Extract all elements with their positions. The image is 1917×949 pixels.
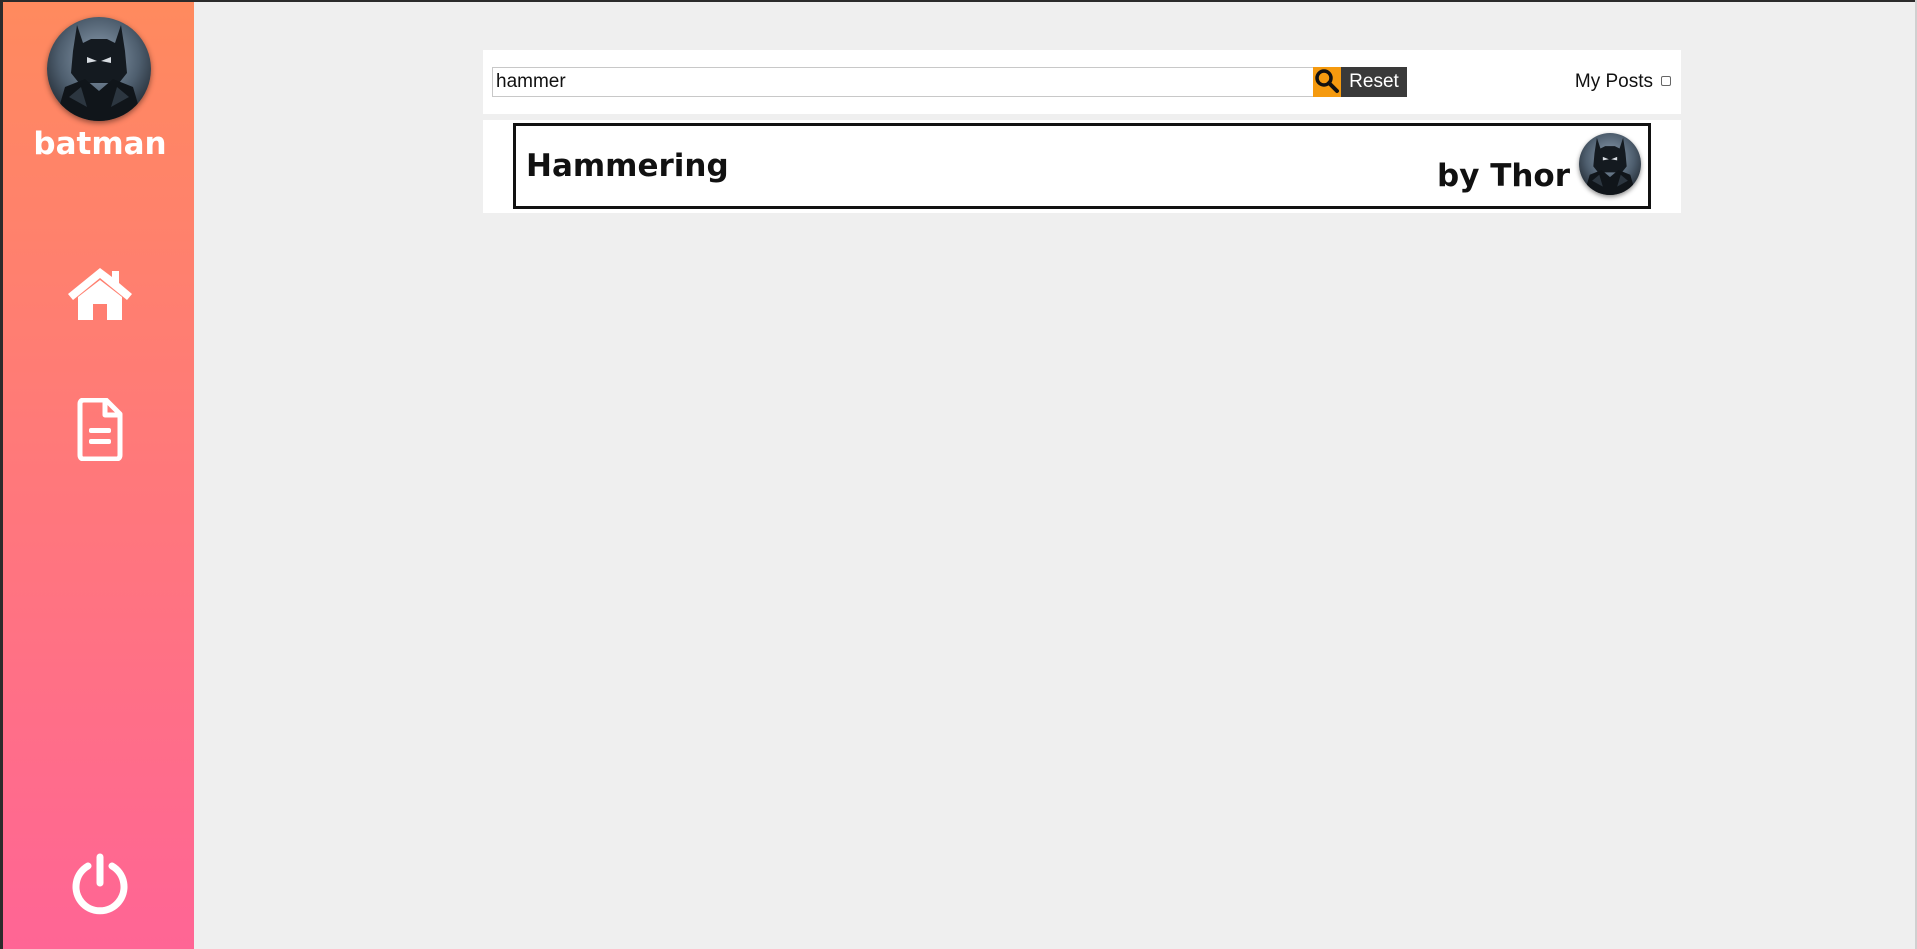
author-avatar bbox=[1579, 133, 1641, 195]
post-author: by Thor bbox=[1437, 158, 1570, 194]
search-input[interactable] bbox=[492, 67, 1316, 97]
logout-button[interactable] bbox=[68, 853, 132, 917]
search-icon bbox=[1315, 69, 1339, 93]
power-icon bbox=[72, 853, 128, 915]
home-nav-button[interactable] bbox=[65, 264, 135, 322]
document-icon bbox=[77, 397, 123, 462]
search-button[interactable] bbox=[1313, 67, 1341, 97]
results-list: Hammering by Thor bbox=[483, 120, 1681, 213]
my-posts-checkbox[interactable] bbox=[1661, 76, 1671, 86]
home-icon bbox=[68, 268, 132, 320]
my-posts-label: My Posts bbox=[1574, 71, 1653, 92]
search-bar: Reset My Posts bbox=[483, 50, 1681, 114]
posts-nav-button[interactable] bbox=[76, 397, 124, 462]
post-title: Hammering bbox=[526, 148, 729, 184]
sidebar: batman bbox=[0, 2, 194, 949]
window-top-border bbox=[0, 0, 1917, 2]
post-card[interactable]: Hammering by Thor bbox=[513, 123, 1651, 209]
user-avatar[interactable] bbox=[47, 17, 151, 121]
reset-button[interactable]: Reset bbox=[1341, 67, 1407, 97]
username-label: batman bbox=[33, 126, 167, 162]
